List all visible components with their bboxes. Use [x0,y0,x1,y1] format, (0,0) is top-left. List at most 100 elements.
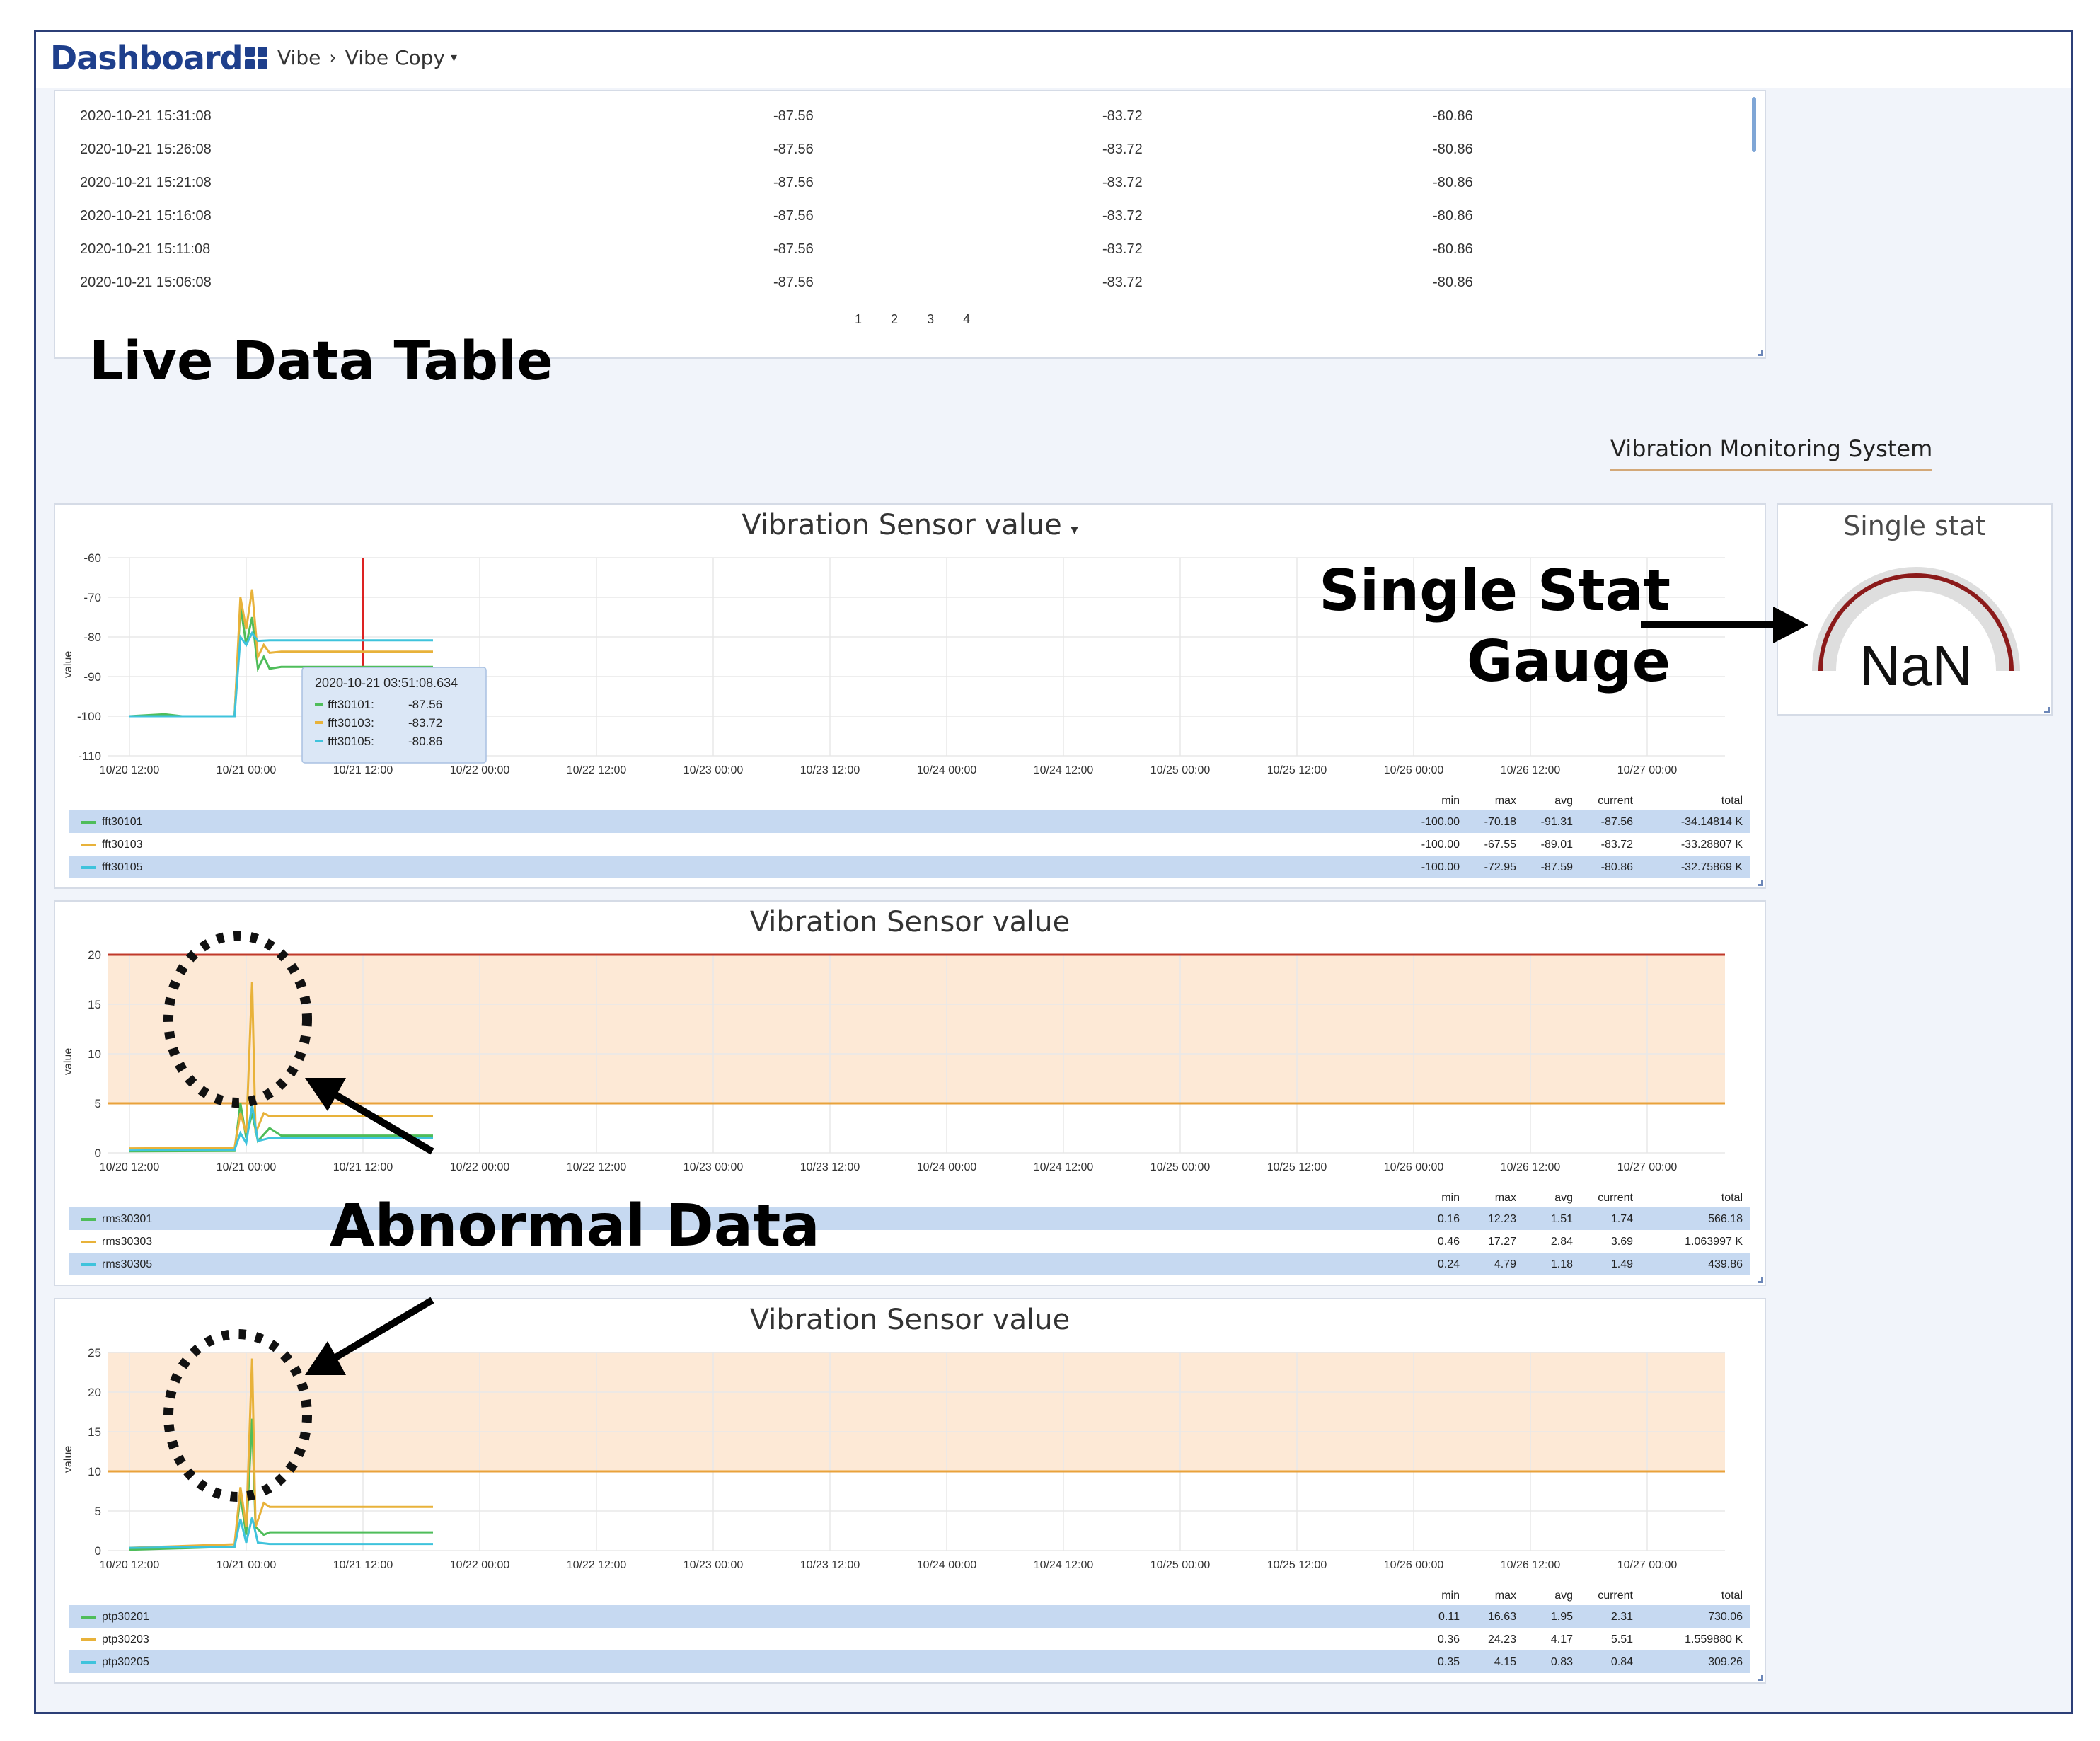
legend-series-name[interactable]: rms30301 [102,1213,152,1226]
resize-handle[interactable] [2044,707,2050,713]
legend-header-min: min [1441,1192,1460,1204]
table-row: 2020-10-21 15:21:08 -87.56 -83.72 -80.86 [55,166,1765,199]
table-cell: -87.56 [773,175,814,190]
page-link[interactable]: 1 [855,312,862,326]
page-link[interactable]: 3 [927,312,934,326]
x-tick-label: 10/25 12:00 [1267,1559,1327,1571]
legend-swatch [81,844,96,846]
x-tick-label: 10/26 00:00 [1384,1161,1444,1173]
x-tick-label: 10/22 12:00 [567,764,627,776]
page-title[interactable]: Dashboard [50,39,243,77]
legend-header-total: total [1721,795,1743,807]
y-tick-label: 15 [88,1425,101,1439]
legend-value-current: 5.51 [1610,1633,1633,1645]
legend-value-avg: 1.95 [1550,1611,1573,1623]
legend-row-ptp30201[interactable]: ptp30201 0.11 16.63 1.95 2.31 730.06 [69,1605,1750,1628]
panel-title[interactable]: Single stat [1778,510,2051,541]
legend-swatch [81,821,96,824]
x-tick-label: 10/27 00:00 [1617,1559,1678,1571]
x-tick-label: 10/20 12:00 [100,764,160,776]
x-tick-label: 10/21 12:00 [333,1161,393,1173]
table-cell: -80.86 [1433,208,1473,224]
legend-value-current: 0.84 [1610,1656,1633,1668]
table-cell: -87.56 [773,275,814,290]
legend-value-min: -100.00 [1421,861,1460,873]
legend-series-name[interactable]: rms30303 [102,1236,152,1248]
x-tick-label: 10/21 00:00 [217,764,277,776]
legend-header-total: total [1721,1192,1743,1204]
breadcrumb-folder[interactable]: Vibe [277,46,321,69]
y-tick-label: 0 [95,1544,101,1558]
legend-series-name[interactable]: ptp30203 [102,1633,149,1646]
legend-series-name[interactable]: fft30101 [102,816,143,829]
page-link[interactable]: 4 [963,312,970,326]
x-tick-label: 10/23 12:00 [800,1161,860,1173]
tooltip-value: -87.56 [408,698,442,711]
legend-row-rms30301[interactable]: rms30301 0.16 12.23 1.51 1.74 566.18 [69,1207,1750,1230]
legend-value-current: -83.72 [1600,839,1633,851]
legend-value-max: 17.27 [1487,1236,1516,1248]
vibration-chart-rms: Vibration Sensor value 20 15 10 5 0 10/20 12:… [54,900,1766,1286]
legend-header-avg: avg [1554,1590,1573,1602]
x-tick-label: 10/22 12:00 [567,1161,627,1173]
series-line-rms30301 [129,1103,433,1153]
table-row-partial [55,299,1765,308]
y-tick-label: 10 [88,1465,101,1478]
x-tick-label: 10/25 12:00 [1267,1161,1327,1173]
pagination: 1 2 3 4 [855,312,996,327]
legend-row-ptp30205[interactable]: ptp30205 0.35 4.15 0.83 0.84 309.26 [69,1650,1750,1673]
legend-series-name[interactable]: fft30103 [102,839,143,851]
resize-handle[interactable] [1758,880,1763,886]
legend-row-rms30305[interactable]: rms30305 0.24 4.79 1.18 1.49 439.86 [69,1253,1750,1275]
x-tick-label: 10/27 00:00 [1617,1161,1678,1173]
legend-header: min max avg current total [69,1582,1750,1605]
legend-value-min: -100.00 [1421,816,1460,828]
legend-row-fft30103[interactable]: fft30103 -100.00 -67.55 -89.01 -83.72 -33.288… [69,833,1750,856]
legend-series-name[interactable]: rms30305 [102,1258,152,1271]
gauge: NaN [1812,567,2020,697]
y-axis-label: value [62,1047,74,1075]
resize-handle[interactable] [1758,350,1763,356]
x-tick-label: 10/24 12:00 [1034,764,1094,776]
legend-header-max: max [1494,795,1516,807]
y-tick-label: -70 [83,591,101,604]
table-cell: 2020-10-21 15:21:08 [80,175,212,190]
table-cell: -87.56 [773,142,814,157]
legend-row-fft30105[interactable]: fft30105 -100.00 -72.95 -87.59 -80.86 -32.758… [69,856,1750,878]
legend-series-name[interactable]: fft30105 [102,861,143,874]
live-data-table-annotation: Live Data Table [89,329,553,392]
breadcrumb: Vibe › Vibe Copy ▾ [245,46,457,69]
legend-row-rms30303[interactable]: rms30303 0.46 17.27 2.84 3.69 1.063997 K [69,1230,1750,1253]
chart-legend: min max avg current total fft30101 -100.00 -70.… [69,788,1750,878]
legend-row-ptp30203[interactable]: ptp30203 0.36 24.23 4.17 5.51 1.559880 K [69,1628,1750,1650]
y-axis-label: value [62,650,74,678]
legend-series-name[interactable]: ptp30205 [102,1656,149,1669]
legend-value-current: 3.69 [1610,1236,1633,1248]
chart-plot[interactable]: 20 15 10 5 010/20 12:00 10/21 00:00 10/21 12:0… [55,902,1767,1213]
x-tick-label: 10/24 12:00 [1034,1161,1094,1173]
caret-down-icon[interactable]: ▾ [451,50,457,65]
resize-handle[interactable] [1758,1277,1763,1283]
dashboard-grid-icon[interactable] [245,46,267,69]
legend-swatch [81,1263,96,1266]
legend-row-fft30101[interactable]: fft30101 -100.00 -70.18 -91.31 -87.56 -34.148… [69,810,1750,833]
scrollbar-thumb[interactable] [1752,97,1756,152]
legend-value-min: 0.16 [1437,1213,1460,1225]
x-tick-label: 10/24 12:00 [1034,1559,1094,1571]
legend-value-avg: 1.51 [1550,1213,1573,1225]
table-cell: -80.86 [1433,241,1473,257]
legend-series-name[interactable]: ptp30201 [102,1611,149,1624]
table-cell: -87.56 [773,208,814,224]
legend-value-min: 0.36 [1437,1633,1460,1645]
chart-plot[interactable]: 25 20 15 10 5 010/20 12:00 10/21 00:00 10/21 12… [55,1299,1767,1611]
resize-handle[interactable] [1758,1675,1763,1681]
x-tick-label: 10/24 00:00 [917,1161,977,1173]
tooltip-series: fft30103: [328,716,374,730]
table-cell: -83.72 [1102,175,1143,190]
page-link[interactable]: 2 [891,312,898,326]
legend-swatch [81,1218,96,1221]
breadcrumb-dashboard[interactable]: Vibe Copy [345,46,445,69]
x-tick-label: 10/22 00:00 [450,764,510,776]
x-tick-label: 10/22 12:00 [567,1559,627,1571]
tooltip-value: -83.72 [408,716,442,730]
